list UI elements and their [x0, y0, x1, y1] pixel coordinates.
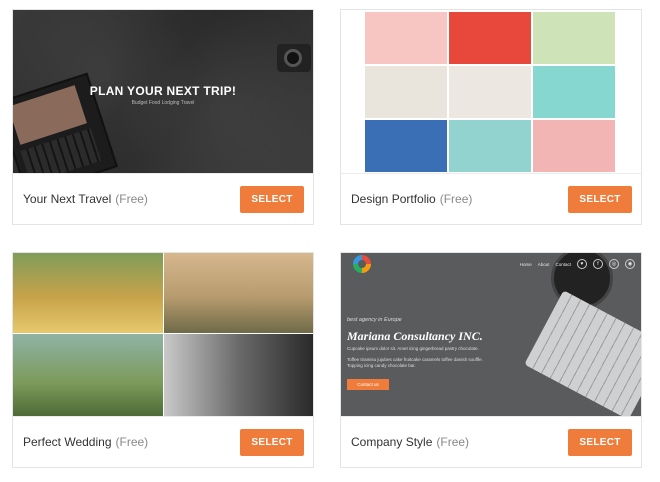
nav-about: About	[537, 261, 550, 267]
portfolio-grid	[365, 12, 617, 172]
preview-nav: Home About Contact ♥ f ◎ ◉	[520, 259, 635, 269]
card-footer: Your Next Travel (Free) SELECT	[13, 173, 313, 225]
template-title: Design Portfolio (Free)	[351, 192, 472, 206]
portfolio-tile	[365, 120, 447, 172]
template-card-travel: PLAN YOUR NEXT TRIP! Budget Food Lodging…	[12, 9, 314, 225]
template-title: Perfect Wedding (Free)	[23, 435, 148, 449]
preview-company-name: Mariana Consultancy INC.	[347, 329, 483, 343]
portfolio-preview-image[interactable]	[341, 10, 641, 173]
portfolio-tile	[365, 12, 447, 64]
preview-contact-button: Contact us	[347, 379, 389, 390]
preview-tagline: best agency in Europe	[347, 317, 402, 323]
template-name: Your Next Travel	[23, 192, 112, 206]
select-button[interactable]: SELECT	[568, 429, 632, 456]
price-tag: (Free)	[115, 192, 148, 206]
portfolio-tile	[365, 66, 447, 118]
price-tag: (Free)	[115, 435, 149, 449]
template-name: Company Style	[351, 435, 433, 449]
select-button[interactable]: SELECT	[240, 186, 304, 213]
template-title: Your Next Travel (Free)	[23, 192, 148, 206]
wedding-photo-sunflowers	[13, 253, 163, 333]
web-icon: ◉	[625, 259, 635, 269]
portfolio-tile	[533, 12, 615, 64]
template-card-portfolio: Design Portfolio (Free) SELECT	[340, 9, 642, 225]
keyboard-graphic	[524, 290, 641, 416]
select-button[interactable]: SELECT	[240, 429, 304, 456]
company-preview-image[interactable]: Home About Contact ♥ f ◎ ◉ best agency i…	[341, 253, 641, 416]
portfolio-tile	[533, 120, 615, 172]
template-name: Perfect Wedding	[23, 435, 112, 449]
nav-contact: Contact	[555, 261, 571, 267]
wedding-photo-bw	[164, 334, 313, 416]
card-footer: Company Style (Free) SELECT	[341, 416, 641, 468]
nav-home: Home	[519, 261, 532, 267]
twitter-icon: ♥	[577, 259, 587, 269]
card-footer: Design Portfolio (Free) SELECT	[341, 173, 641, 225]
travel-preview-image[interactable]: PLAN YOUR NEXT TRIP! Budget Food Lodging…	[13, 10, 313, 173]
wedding-photo-field	[164, 253, 313, 333]
company-logo-icon	[353, 255, 371, 273]
price-tag: (Free)	[436, 435, 470, 449]
facebook-icon: f	[593, 259, 603, 269]
wedding-photo-garden	[13, 334, 163, 416]
template-card-company: Home About Contact ♥ f ◎ ◉ best agency i…	[340, 252, 642, 468]
portfolio-tile	[449, 66, 531, 118]
template-card-wedding: Perfect Wedding (Free) SELECT	[12, 252, 314, 468]
price-tag: (Free)	[439, 192, 473, 206]
select-button[interactable]: SELECT	[568, 186, 632, 213]
camera-graphic	[277, 44, 311, 72]
portfolio-tile	[449, 12, 531, 64]
instagram-icon: ◎	[609, 259, 619, 269]
wedding-preview-image[interactable]	[13, 253, 313, 416]
preview-subline: Budget Food Lodging Travel	[131, 100, 195, 106]
template-title: Company Style (Free)	[351, 435, 469, 449]
portfolio-tile	[533, 66, 615, 118]
portfolio-tile	[449, 120, 531, 172]
card-footer: Perfect Wedding (Free) SELECT	[13, 416, 313, 468]
preview-text-paragraph: Toffee tiramisu jujubes cake fruitcake c…	[347, 357, 483, 368]
preview-headline: PLAN YOUR NEXT TRIP!	[89, 84, 237, 98]
template-name: Design Portfolio	[351, 192, 436, 206]
preview-text-line: Cupcake ipsum dolor sit. Amet icing ging…	[347, 346, 479, 351]
